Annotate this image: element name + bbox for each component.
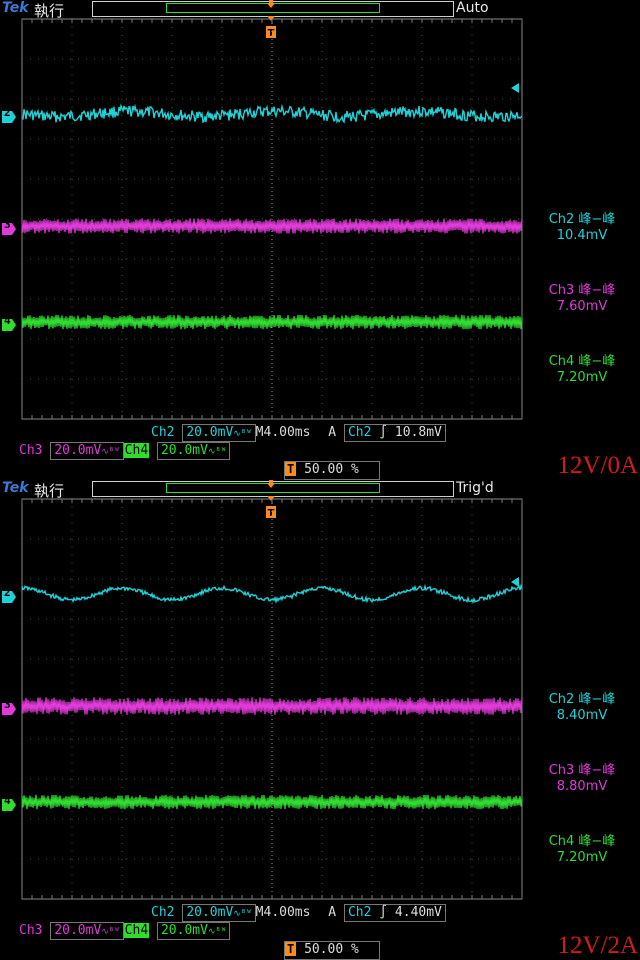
measurement-ch2-value: 10.4mV (556, 228, 608, 243)
measurement-ch3-value: 7.60mV (556, 299, 608, 314)
ch2-marker-label: 2 (4, 106, 11, 119)
ch3-scale-box[interactable]: 20.0mV∿ᴮᵂ (50, 922, 124, 940)
ch4-scale-box[interactable]: 20.0mV∿ᴮᵂ (156, 922, 231, 940)
measurement-ch3: Ch3 峰−峰 8.80mV (532, 763, 632, 795)
ch3-scale: 20.0mV (54, 923, 102, 938)
ch2-scale: 20.0mV (186, 425, 234, 440)
ch4-coupling-icon: ∿ᴮᵂ (207, 927, 227, 937)
ch3-label: Ch3 (19, 443, 43, 458)
ch3-ground-marker[interactable]: 3 (2, 698, 16, 715)
load-condition-label: 12V/2A (557, 932, 638, 959)
trigger-mode: Auto (456, 0, 489, 16)
ch2-scale-box[interactable]: 20.0mV∿ᴮᵂ (182, 904, 256, 922)
ch3-marker-label: 3 (4, 698, 11, 711)
brand-logo: Tek (2, 480, 29, 496)
measurement-ch3-label: Ch3 峰−峰 (548, 283, 616, 298)
ch2-label: Ch2 (151, 905, 175, 920)
ch4-scale: 20.0mV (160, 443, 208, 458)
trigger-source-prefix: A (328, 905, 337, 920)
trigger-level: 4.40mV (394, 905, 442, 920)
trigger-channel: Ch2 (347, 425, 372, 440)
ch4-label: Ch4 (123, 923, 150, 938)
ch2-label: Ch2 (151, 425, 175, 440)
position-value: 50.00 % (304, 942, 359, 957)
measurement-ch3-label: Ch3 峰−峰 (548, 763, 616, 778)
ch3-coupling-icon: ∿ᴮᵂ (101, 927, 120, 937)
trigger-source-prefix: A (328, 425, 337, 440)
measurement-ch2-label: Ch2 峰−峰 (548, 692, 616, 707)
measurement-ch2: Ch2 峰−峰 10.4mV (532, 212, 632, 244)
status-row-ch2: Ch2 20.0mV∿ᴮᵂ M4.00ms A Ch2 ∫ 10.8mV (151, 424, 446, 442)
timebase[interactable]: M4.00ms (256, 425, 311, 440)
ch4-marker-label: 4 (4, 314, 11, 327)
measurement-ch2-value: 8.40mV (556, 708, 608, 723)
ch4-label: Ch4 (123, 443, 150, 458)
waveform-screen[interactable] (21, 498, 523, 900)
graticule (21, 498, 523, 900)
ch4-coupling-icon: ∿ᴮᵂ (207, 447, 227, 457)
trigger-level-icon[interactable] (511, 83, 519, 93)
ch2-coupling-icon: ∿ᴮᵂ (233, 909, 252, 919)
measurement-ch3: Ch3 峰−峰 7.60mV (532, 283, 632, 315)
measurement-ch4: Ch4 峰−峰 7.20mV (532, 354, 632, 386)
trigger-channel: Ch2 (347, 905, 372, 920)
ch4-ground-marker[interactable]: 4 (2, 314, 16, 331)
scope-panel-top: Tek 執行 Auto T 2 3 4 Ch2 峰−峰 10.4mV Ch3 峰… (0, 0, 640, 480)
ch3-scale-box[interactable]: 20.0mV∿ᴮᵂ (50, 442, 124, 460)
measurement-ch4-label: Ch4 峰−峰 (548, 834, 616, 849)
position-badge: T (285, 942, 297, 956)
trace-ch2 (21, 583, 523, 605)
measurement-ch2-label: Ch2 峰−峰 (548, 212, 616, 227)
position-badge: T (285, 462, 297, 476)
ch3-ground-marker[interactable]: 3 (2, 218, 16, 235)
ch3-coupling-icon: ∿ᴮᵂ (101, 447, 120, 457)
ch4-ground-marker[interactable]: 4 (2, 794, 16, 811)
measurement-ch2: Ch2 峰−峰 8.40mV (532, 692, 632, 724)
waveform-screen[interactable] (21, 18, 523, 420)
scope-panel-bottom: Tek 執行 Trig'd T 2 3 4 Ch2 峰−峰 8.40mV Ch3… (0, 480, 640, 960)
ch4-scale-box[interactable]: 20.0mV∿ᴮᵂ (156, 442, 231, 460)
timebase[interactable]: M4.00ms (256, 905, 311, 920)
status-row-ch3-ch4: Ch3 20.0mV∿ᴮᵂ Ch4 20.0mV∿ᴮᵂ (19, 922, 231, 940)
trigger-slope-icon: ∫ (379, 425, 388, 440)
ch3-scale: 20.0mV (54, 443, 102, 458)
ch2-scale: 20.0mV (186, 905, 234, 920)
ch2-ground-marker[interactable]: 2 (2, 586, 16, 603)
horizontal-position[interactable]: T 50.00 % (284, 461, 380, 480)
ch3-label: Ch3 (19, 923, 43, 938)
measurement-ch4: Ch4 峰−峰 7.20mV (532, 834, 632, 866)
measurement-ch4-value: 7.20mV (556, 370, 608, 385)
measurement-ch4-label: Ch4 峰−峰 (548, 354, 616, 369)
ch2-coupling-icon: ∿ᴮᵂ (233, 429, 252, 439)
ch2-scale-box[interactable]: 20.0mV∿ᴮᵂ (182, 424, 256, 442)
trigger-level: 10.8mV (394, 425, 442, 440)
ch2-ground-marker[interactable]: 2 (2, 106, 16, 123)
trigger-level-icon[interactable] (511, 577, 519, 587)
ch3-marker-label: 3 (4, 218, 11, 231)
trigger-box[interactable]: Ch2 ∫ 4.40mV (343, 904, 446, 922)
ch4-scale: 20.0mV (160, 923, 208, 938)
measurement-ch3-value: 8.80mV (556, 779, 608, 794)
load-condition-label: 12V/0A (557, 452, 638, 479)
brand-logo: Tek (2, 0, 29, 16)
ch4-marker-label: 4 (4, 794, 11, 807)
trigger-mode: Trig'd (456, 480, 494, 496)
measurement-ch4-value: 7.20mV (556, 850, 608, 865)
trigger-box[interactable]: Ch2 ∫ 10.8mV (343, 424, 446, 442)
trigger-slope-icon: ∫ (379, 905, 388, 920)
status-row-ch2: Ch2 20.0mV∿ᴮᵂ M4.00ms A Ch2 ∫ 4.40mV (151, 904, 446, 922)
trace-ch3 (21, 697, 523, 715)
horizontal-position[interactable]: T 50.00 % (284, 941, 380, 960)
status-row-ch3-ch4: Ch3 20.0mV∿ᴮᵂ Ch4 20.0mV∿ᴮᵂ (19, 442, 231, 460)
ch2-marker-label: 2 (4, 586, 11, 599)
position-value: 50.00 % (304, 462, 359, 477)
graticule (21, 18, 523, 420)
